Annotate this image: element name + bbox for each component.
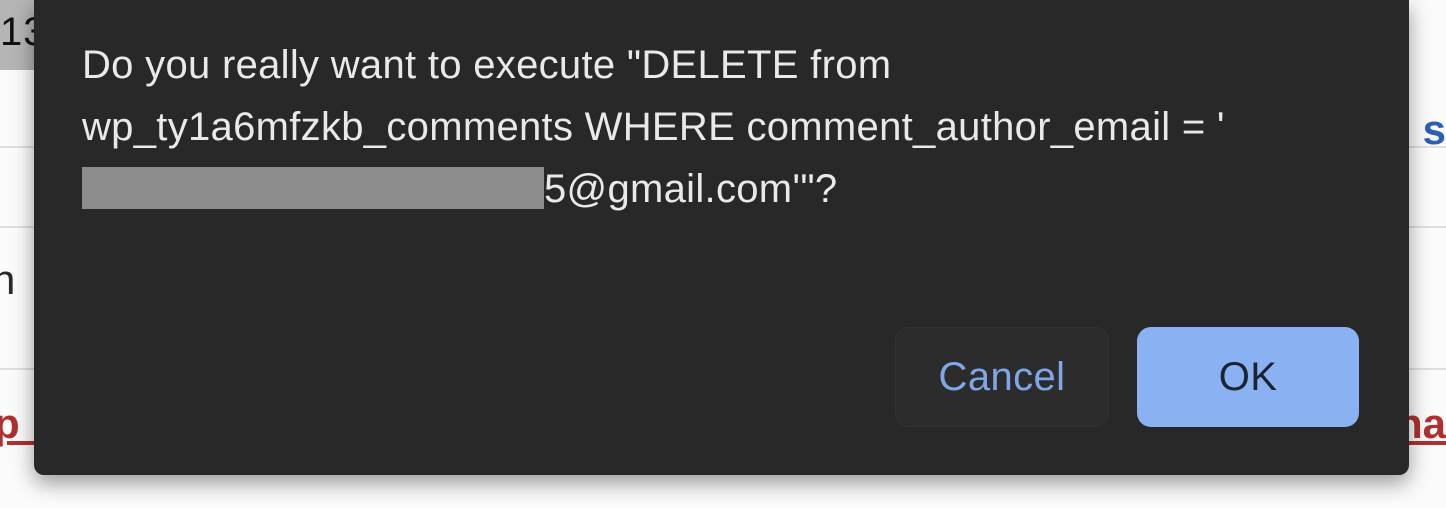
message-prefix: Do you really want to execute "DELETE fr… bbox=[82, 43, 1225, 149]
redacted-email-local-part bbox=[82, 167, 544, 209]
confirm-message: Do you really want to execute "DELETE fr… bbox=[82, 34, 1361, 327]
message-suffix: @gmail.com'"? bbox=[567, 167, 838, 211]
cancel-button[interactable]: Cancel bbox=[895, 327, 1109, 427]
redaction-trailing-char: 5 bbox=[544, 167, 567, 211]
bg-number-fragment: 13 bbox=[0, 0, 34, 70]
bg-text-fragment: n bbox=[0, 256, 15, 304]
bg-text-fragment: s bbox=[1423, 106, 1446, 154]
dialog-actions: Cancel OK bbox=[82, 327, 1361, 445]
confirm-dialog: Do you really want to execute "DELETE fr… bbox=[34, 0, 1409, 475]
ok-button[interactable]: OK bbox=[1137, 327, 1359, 427]
